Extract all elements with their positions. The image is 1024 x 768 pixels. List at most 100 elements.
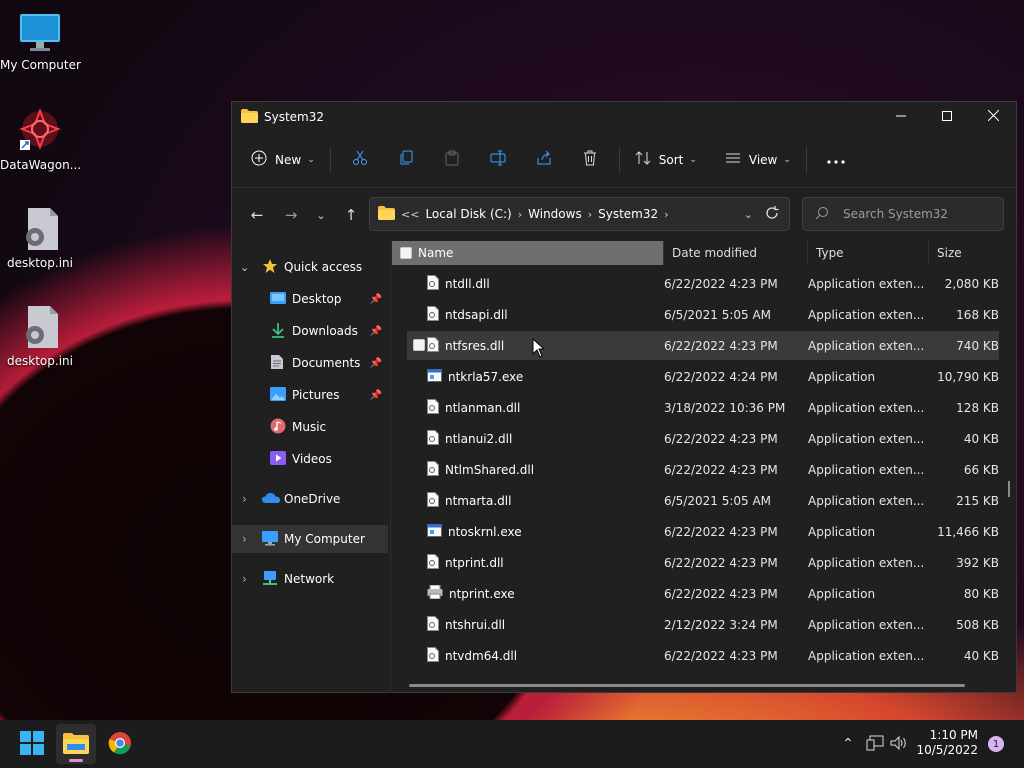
file-row[interactable]: ntkrla57.exe 6/22/2022 4:24 PM Application… <box>407 362 999 391</box>
desktop-icon-datawagon[interactable]: DataWagon... <box>0 108 82 172</box>
chevron-right-icon[interactable]: › <box>242 532 254 546</box>
close-button[interactable] <box>970 102 1016 132</box>
column-header-name[interactable]: Name ⌃ <box>392 241 664 265</box>
file-date: 6/5/2021 5:05 AM <box>664 307 772 322</box>
command-bar: New ⌄ Sort ⌄ View ⌄ <box>232 132 1016 188</box>
close-icon <box>987 109 999 124</box>
column-header-date[interactable]: Date modified <box>664 241 808 265</box>
refresh-button[interactable] <box>765 205 779 223</box>
file-size: 80 KB <box>963 586 999 601</box>
file-row[interactable]: NtlmShared.dll 6/22/2022 4:23 PM Applicati… <box>407 455 999 484</box>
column-header-size[interactable]: Size <box>929 241 1001 265</box>
nav-item-music[interactable]: Music <box>232 413 388 441</box>
nav-quick-access[interactable]: ⌄ Quick access <box>232 253 388 281</box>
file-row[interactable]: ntprint.exe 6/22/2022 4:23 PM Application 8… <box>407 579 999 608</box>
chevron-right-icon[interactable]: › <box>242 492 254 506</box>
nav-item-desktop[interactable]: Desktop 📌 <box>232 285 388 313</box>
taskbar-file-explorer[interactable] <box>56 724 96 764</box>
file-type: Application exten... <box>808 431 925 446</box>
taskbar-chrome[interactable] <box>100 724 140 764</box>
file-row[interactable]: ntoskrnl.exe 6/22/2022 4:23 PM Application… <box>407 517 999 546</box>
clock[interactable]: 1:10 PM 10/5/2022 <box>916 728 978 758</box>
view-button[interactable]: View ⌄ <box>716 144 800 176</box>
file-name-cell: ntvdm64.dll <box>407 646 664 665</box>
desktop-icon-my-computer[interactable]: My Computer <box>0 10 81 72</box>
search-input[interactable]: Search System32 <box>802 197 1004 231</box>
network-status-icon[interactable] <box>866 735 884 754</box>
delete-button[interactable] <box>567 144 613 176</box>
address-bar[interactable]: << Local Disk (C:) › Windows › System32 … <box>369 197 790 231</box>
file-row[interactable]: ntvdm64.dll 6/22/2022 4:23 PM Application … <box>407 641 999 670</box>
file-row[interactable]: ntdll.dll 6/22/2022 4:23 PM Application ex… <box>407 269 999 298</box>
file-row[interactable]: ntfsres.dll 6/22/2022 4:23 PM Application … <box>407 331 999 360</box>
forward-button[interactable]: → <box>274 199 308 231</box>
maximize-button[interactable] <box>924 102 970 132</box>
file-row[interactable]: ntmarta.dll 6/5/2021 5:05 AM Application e… <box>407 486 999 515</box>
file-row[interactable]: ntlanman.dll 3/18/2022 10:36 PM Applicatio… <box>407 393 999 422</box>
file-row[interactable]: ntdsapi.dll 6/5/2021 5:05 AM Application e… <box>407 300 999 329</box>
chevron-down-icon: ⌄ <box>307 154 315 165</box>
notification-badge[interactable]: 1 <box>988 736 1004 752</box>
row-checkbox[interactable] <box>413 339 425 351</box>
nav-item-onedrive[interactable]: › OneDrive <box>232 485 388 513</box>
pin-icon[interactable]: 📌 <box>370 358 382 369</box>
file-name: ntprint.dll <box>445 555 504 570</box>
chevron-down-icon[interactable]: ⌄ <box>240 261 254 274</box>
up-button[interactable]: ↑ <box>334 199 368 231</box>
column-header-type[interactable]: Type <box>808 241 929 265</box>
nav-item-documents[interactable]: Documents 📌 <box>232 349 388 377</box>
address-dropdown-button[interactable]: ⌄ <box>744 208 753 221</box>
file-row[interactable]: ntshrui.dll 2/12/2022 3:24 PM Application … <box>407 610 999 639</box>
breadcrumb-local-disk[interactable]: Local Disk (C:) <box>425 207 511 221</box>
pin-icon[interactable]: 📌 <box>370 326 382 337</box>
vertical-scrollbar[interactable] <box>1008 481 1010 497</box>
nav-item-my-computer[interactable]: › My Computer <box>232 525 388 553</box>
volume-icon[interactable] <box>890 735 908 754</box>
nav-item-downloads[interactable]: Downloads 📌 <box>232 317 388 345</box>
title-bar[interactable]: System32 <box>232 102 1016 132</box>
nav-item-videos[interactable]: Videos <box>232 445 388 473</box>
rename-button[interactable] <box>475 144 521 176</box>
nav-item-pictures[interactable]: Pictures 📌 <box>232 381 388 409</box>
nav-item-network[interactable]: › Network <box>232 565 388 593</box>
breadcrumb-windows[interactable]: Windows <box>528 207 582 221</box>
file-row[interactable]: ntprint.dll 6/22/2022 4:23 PM Application … <box>407 548 999 577</box>
file-list: Name ⌃ Date modified Type Size ntdll.dll… <box>392 241 1016 693</box>
recent-locations-button[interactable]: ⌄ <box>308 199 334 231</box>
desktop-icon-desktop-ini-1[interactable]: desktop.ini <box>0 206 80 270</box>
paste-button[interactable] <box>429 144 475 176</box>
desktop-icon-desktop-ini-2[interactable]: desktop.ini <box>0 304 80 368</box>
pin-icon[interactable]: 📌 <box>370 390 382 401</box>
back-button[interactable]: ← <box>240 199 274 231</box>
minimize-button[interactable] <box>878 102 924 132</box>
file-name-cell: ntkrla57.exe <box>407 368 664 385</box>
cut-button[interactable] <box>337 144 383 176</box>
file-size: 40 KB <box>963 431 999 446</box>
chevron-right-icon[interactable]: › <box>588 208 592 221</box>
chevron-right-icon[interactable]: › <box>242 572 254 586</box>
file-date: 3/18/2022 10:36 PM <box>664 400 786 415</box>
file-name: NtlmShared.dll <box>445 462 535 477</box>
start-button[interactable] <box>12 724 52 764</box>
new-button[interactable]: New ⌄ <box>242 144 324 176</box>
sort-button[interactable]: Sort ⌄ <box>626 144 706 176</box>
pin-icon[interactable]: 📌 <box>370 294 382 305</box>
chevron-right-icon[interactable]: › <box>664 208 668 221</box>
breadcrumb-overflow[interactable]: << <box>401 208 419 221</box>
toolbar-divider <box>805 146 807 173</box>
file-name-cell: ntlanui2.dll <box>407 429 664 448</box>
exe-file-icon <box>427 368 442 385</box>
chevron-right-icon[interactable]: › <box>518 208 522 221</box>
chevron-up-icon[interactable]: ⌃ <box>838 736 858 752</box>
pane-divider[interactable] <box>390 241 391 693</box>
file-row[interactable]: ntlanui2.dll 6/22/2022 4:23 PM Application… <box>407 424 999 453</box>
more-options-button[interactable] <box>813 144 859 176</box>
file-date: 6/22/2022 4:23 PM <box>664 431 778 446</box>
share-button[interactable] <box>521 144 567 176</box>
horizontal-scrollbar[interactable] <box>409 684 965 687</box>
desktop-icon-label: DataWagon... <box>0 158 82 172</box>
chevron-down-icon: ⌄ <box>316 208 326 222</box>
select-all-checkbox[interactable] <box>400 247 412 259</box>
breadcrumb-system32[interactable]: System32 <box>598 207 658 221</box>
copy-button[interactable] <box>383 144 429 176</box>
